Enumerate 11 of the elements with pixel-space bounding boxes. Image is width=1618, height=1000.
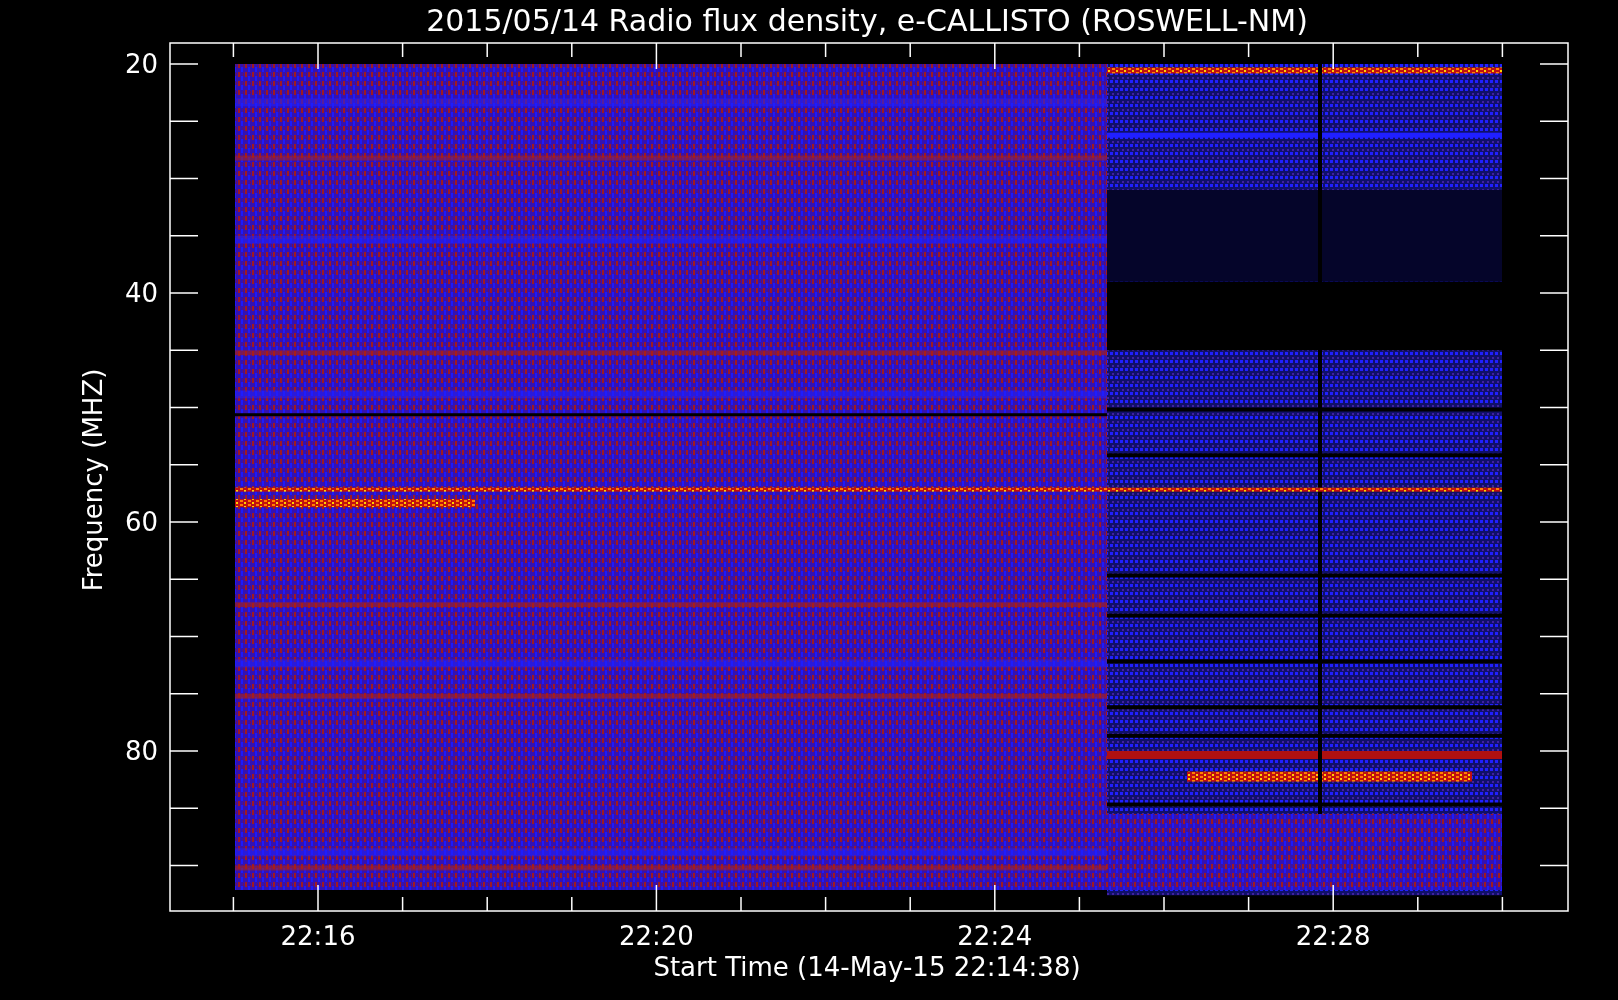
tick-label: 22:28 [1295, 921, 1371, 951]
axis-label: Start Time (14-May-15 22:14:38) [653, 952, 1081, 982]
tick-label: 22:16 [280, 921, 356, 951]
tick-label: 22:24 [957, 921, 1033, 951]
tick-label: 40 [124, 278, 158, 308]
tick-label: 20 [124, 49, 158, 79]
tick-label: 80 [124, 736, 158, 766]
axis-label: Frequency (MHZ) [78, 368, 108, 592]
tick-label: 60 [124, 507, 158, 537]
tick-label: 22:20 [618, 921, 694, 951]
plot-title: 2015/05/14 Radio flux density, e-CALLISTO (ROSWELL-NM) [426, 3, 1308, 38]
